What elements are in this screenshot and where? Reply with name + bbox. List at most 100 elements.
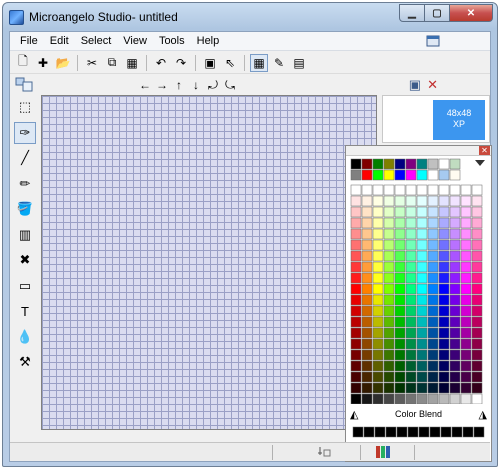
color-swatch[interactable] [438, 349, 450, 361]
color-swatch[interactable] [383, 349, 395, 361]
color-swatch[interactable] [361, 195, 373, 207]
basic-color-swatch[interactable] [405, 169, 417, 181]
color-swatch[interactable] [460, 360, 472, 372]
color-swatch[interactable] [449, 261, 461, 273]
color-swatch[interactable] [361, 316, 373, 328]
color-swatch[interactable] [449, 294, 461, 306]
basic-color-swatch[interactable] [427, 169, 439, 181]
color-swatch[interactable] [471, 327, 483, 339]
color-swatch[interactable] [438, 393, 450, 404]
color-swatch[interactable] [383, 261, 395, 273]
color-swatch[interactable] [394, 195, 406, 207]
color-swatch[interactable] [427, 283, 439, 295]
color-swatch[interactable] [449, 184, 461, 196]
color-swatch[interactable] [416, 371, 428, 383]
color-swatch[interactable] [394, 261, 406, 273]
basic-color-swatch[interactable] [405, 158, 417, 170]
color-swatch[interactable] [394, 272, 406, 284]
basic-color-swatch[interactable] [372, 169, 384, 181]
color-swatch[interactable] [427, 184, 439, 196]
color-swatch[interactable] [449, 360, 461, 372]
color-swatch[interactable] [449, 283, 461, 295]
basic-color-swatch[interactable] [361, 158, 373, 170]
color-swatch[interactable] [416, 239, 428, 251]
blend-swatch[interactable] [451, 426, 463, 438]
effects-tool[interactable]: ⚒ [14, 351, 36, 373]
title-bar[interactable]: Microangelo Studio- untitled ▁ ▢ ✕ [3, 3, 497, 31]
eyedropper-tool[interactable]: 💧 [14, 326, 36, 348]
color-swatch[interactable] [471, 228, 483, 240]
shift-up-icon[interactable]: ↑ [172, 77, 186, 93]
color-swatch[interactable] [471, 261, 483, 273]
color-swatch[interactable] [460, 316, 472, 328]
color-swatch[interactable] [350, 228, 362, 240]
color-swatch[interactable] [383, 371, 395, 383]
color-swatch[interactable] [394, 228, 406, 240]
color-swatch[interactable] [350, 250, 362, 262]
color-swatch[interactable] [372, 305, 384, 317]
color-swatch[interactable] [471, 184, 483, 196]
color-swatch[interactable] [460, 195, 472, 207]
color-swatch[interactable] [427, 327, 439, 339]
color-swatch[interactable] [350, 338, 362, 350]
color-swatch[interactable] [372, 316, 384, 328]
blend-swatches[interactable] [352, 426, 485, 438]
recolor-tool[interactable]: ✖ [14, 249, 36, 271]
color-swatch[interactable] [449, 305, 461, 317]
view-mode-icon[interactable] [14, 76, 34, 93]
add-icon[interactable]: ✚ [34, 54, 52, 72]
color-swatch[interactable] [427, 206, 439, 218]
color-swatch[interactable] [394, 305, 406, 317]
color-swatch[interactable] [427, 338, 439, 350]
color-swatch[interactable] [361, 338, 373, 350]
color-swatch[interactable] [460, 393, 472, 404]
color-swatch[interactable] [350, 195, 362, 207]
color-swatch[interactable] [405, 371, 417, 383]
basic-color-swatch[interactable] [383, 158, 395, 170]
basic-color-swatch[interactable] [438, 169, 450, 181]
color-swatch[interactable] [372, 327, 384, 339]
color-swatch[interactable] [471, 393, 483, 404]
color-swatch[interactable] [460, 228, 472, 240]
color-swatch[interactable] [383, 239, 395, 251]
color-swatch[interactable] [405, 272, 417, 284]
basic-color-swatch[interactable] [350, 158, 362, 170]
color-swatch[interactable] [471, 316, 483, 328]
color-swatch[interactable] [416, 206, 428, 218]
color-swatch[interactable] [460, 250, 472, 262]
menu-select[interactable]: Select [75, 32, 118, 51]
color-swatch[interactable] [394, 349, 406, 361]
color-swatch[interactable] [438, 316, 450, 328]
color-swatch[interactable] [350, 371, 362, 383]
color-swatch[interactable] [372, 217, 384, 229]
color-swatch[interactable] [405, 283, 417, 295]
color-swatch[interactable] [427, 195, 439, 207]
color-swatch[interactable] [383, 195, 395, 207]
color-swatch[interactable] [471, 360, 483, 372]
color-swatch[interactable] [361, 327, 373, 339]
blend-swatch[interactable] [473, 426, 485, 438]
color-swatch[interactable] [427, 382, 439, 394]
color-swatch[interactable] [361, 382, 373, 394]
color-swatch[interactable] [438, 305, 450, 317]
basic-color-swatch[interactable] [350, 169, 362, 181]
color-swatch[interactable] [471, 206, 483, 218]
color-swatch[interactable] [438, 261, 450, 273]
color-swatch[interactable] [416, 184, 428, 196]
fill-tool[interactable]: 🪣 [14, 198, 36, 220]
color-swatch[interactable] [394, 382, 406, 394]
color-swatch[interactable] [460, 217, 472, 229]
color-swatch[interactable] [372, 338, 384, 350]
color-swatch[interactable] [471, 217, 483, 229]
color-swatch[interactable] [460, 206, 472, 218]
color-swatch[interactable] [438, 360, 450, 372]
color-swatch[interactable] [471, 338, 483, 350]
color-swatch[interactable] [361, 250, 373, 262]
color-swatch[interactable] [372, 261, 384, 273]
color-swatch[interactable] [383, 206, 395, 218]
cursor-icon[interactable]: ⇖ [221, 54, 239, 72]
color-swatch[interactable] [361, 283, 373, 295]
test-icon[interactable]: ▤ [290, 54, 308, 72]
color-swatch[interactable] [350, 349, 362, 361]
color-swatch[interactable] [471, 382, 483, 394]
